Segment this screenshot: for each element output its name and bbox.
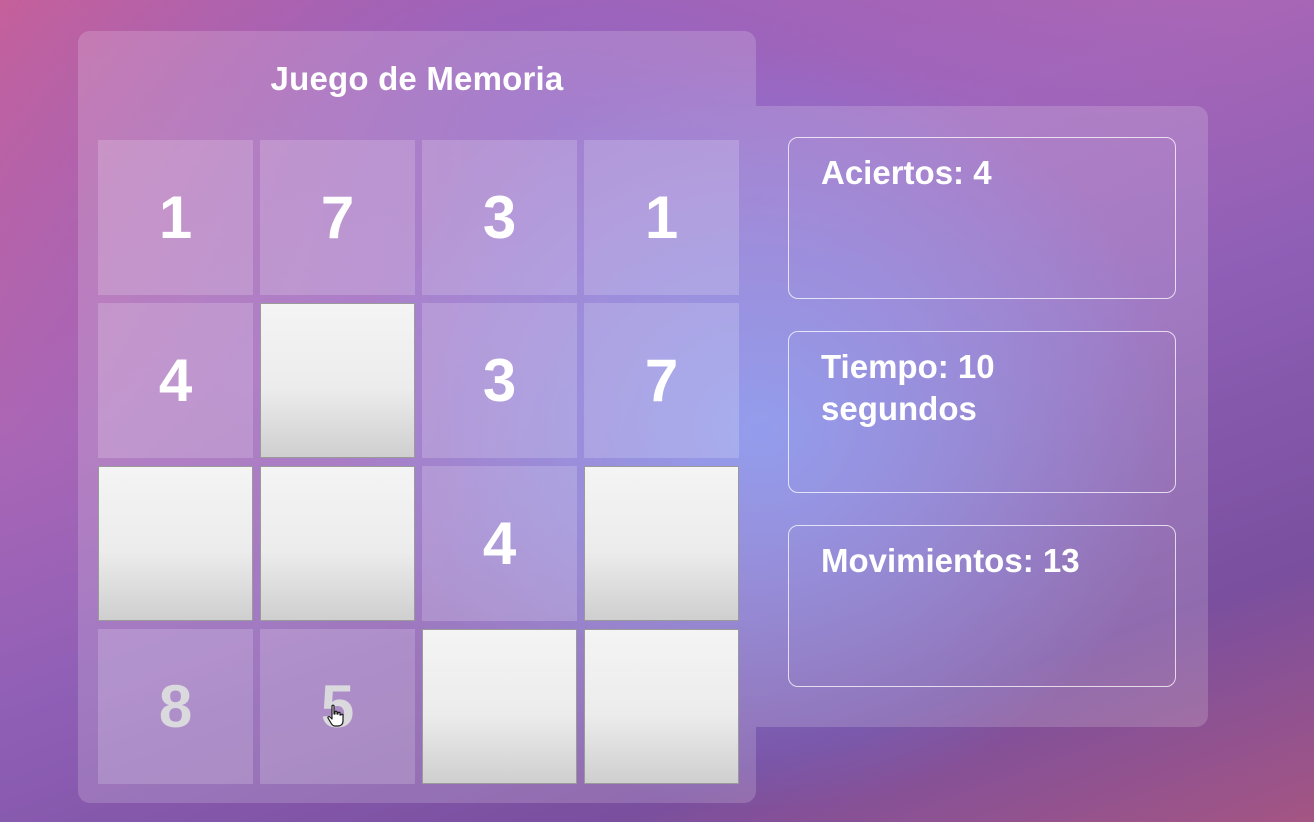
- memory-card[interactable]: [422, 629, 577, 784]
- memory-card[interactable]: 3: [422, 140, 577, 295]
- memory-card[interactable]: [98, 466, 253, 621]
- memory-card[interactable]: 1: [584, 140, 739, 295]
- memory-card[interactable]: 8: [98, 629, 253, 784]
- tiempo-label: Tiempo: 10 segundos: [821, 348, 995, 427]
- movimientos-box: Movimientos: 13: [788, 525, 1176, 687]
- memory-card[interactable]: 5: [260, 629, 415, 784]
- memory-card[interactable]: 7: [584, 303, 739, 458]
- tiempo-box: Tiempo: 10 segundos: [788, 331, 1176, 493]
- memory-card[interactable]: 1: [98, 140, 253, 295]
- memory-card[interactable]: [584, 466, 739, 621]
- memory-card[interactable]: 4: [422, 466, 577, 621]
- memory-card[interactable]: [584, 629, 739, 784]
- memory-card[interactable]: [260, 303, 415, 458]
- card-grid: 1 7 3 1 4 3 7 4 8 5: [98, 140, 739, 784]
- memory-card[interactable]: 3: [422, 303, 577, 458]
- aciertos-label: Aciertos: 4: [821, 154, 992, 191]
- memory-card[interactable]: [260, 466, 415, 621]
- movimientos-label: Movimientos: 13: [821, 542, 1080, 579]
- memory-card[interactable]: 4: [98, 303, 253, 458]
- memory-card[interactable]: 7: [260, 140, 415, 295]
- game-title: Juego de Memoria: [270, 60, 564, 97]
- aciertos-box: Aciertos: 4: [788, 137, 1176, 299]
